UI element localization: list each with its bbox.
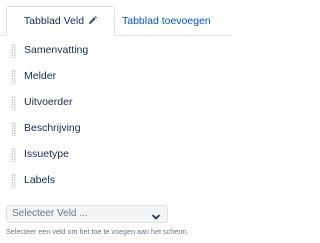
- field-label: Labels: [24, 174, 55, 186]
- drag-handle-icon[interactable]: [11, 44, 16, 58]
- drag-handle-icon[interactable]: [11, 96, 16, 110]
- field-label: Uitvoerder: [24, 96, 73, 108]
- field-label: Melder: [24, 70, 57, 82]
- tab-field[interactable]: Tabblad Veld: [6, 6, 115, 36]
- help-text: Selecteer een veld om het toe te voegen …: [6, 227, 189, 236]
- field-item[interactable]: Uitvoerder: [0, 90, 231, 114]
- field-label: Beschrijving: [24, 122, 81, 134]
- drag-handle-icon[interactable]: [11, 148, 16, 162]
- field-item[interactable]: Issuetype: [0, 142, 231, 166]
- pencil-icon[interactable]: [88, 8, 98, 36]
- field-select-value: Selecteer Veld ...: [12, 208, 88, 219]
- field-select[interactable]: Selecteer Veld ...: [6, 205, 168, 223]
- drag-handle-icon[interactable]: [11, 174, 16, 188]
- field-item[interactable]: Melder: [0, 64, 231, 88]
- field-item[interactable]: Samenvatting: [0, 38, 231, 62]
- tab-field-label: Tabblad Veld: [23, 15, 85, 27]
- tab-bar: Tabblad Veld Tabblad toevoegen: [0, 0, 231, 36]
- field-item[interactable]: Labels: [0, 168, 231, 192]
- field-label: Samenvatting: [24, 44, 89, 56]
- add-tab-link[interactable]: Tabblad toevoegen: [122, 6, 211, 36]
- chevron-down-icon: [151, 209, 161, 227]
- field-item[interactable]: Beschrijving: [0, 116, 231, 140]
- field-label: Issuetype: [24, 148, 69, 160]
- drag-handle-icon[interactable]: [11, 70, 16, 84]
- drag-handle-icon[interactable]: [11, 122, 16, 136]
